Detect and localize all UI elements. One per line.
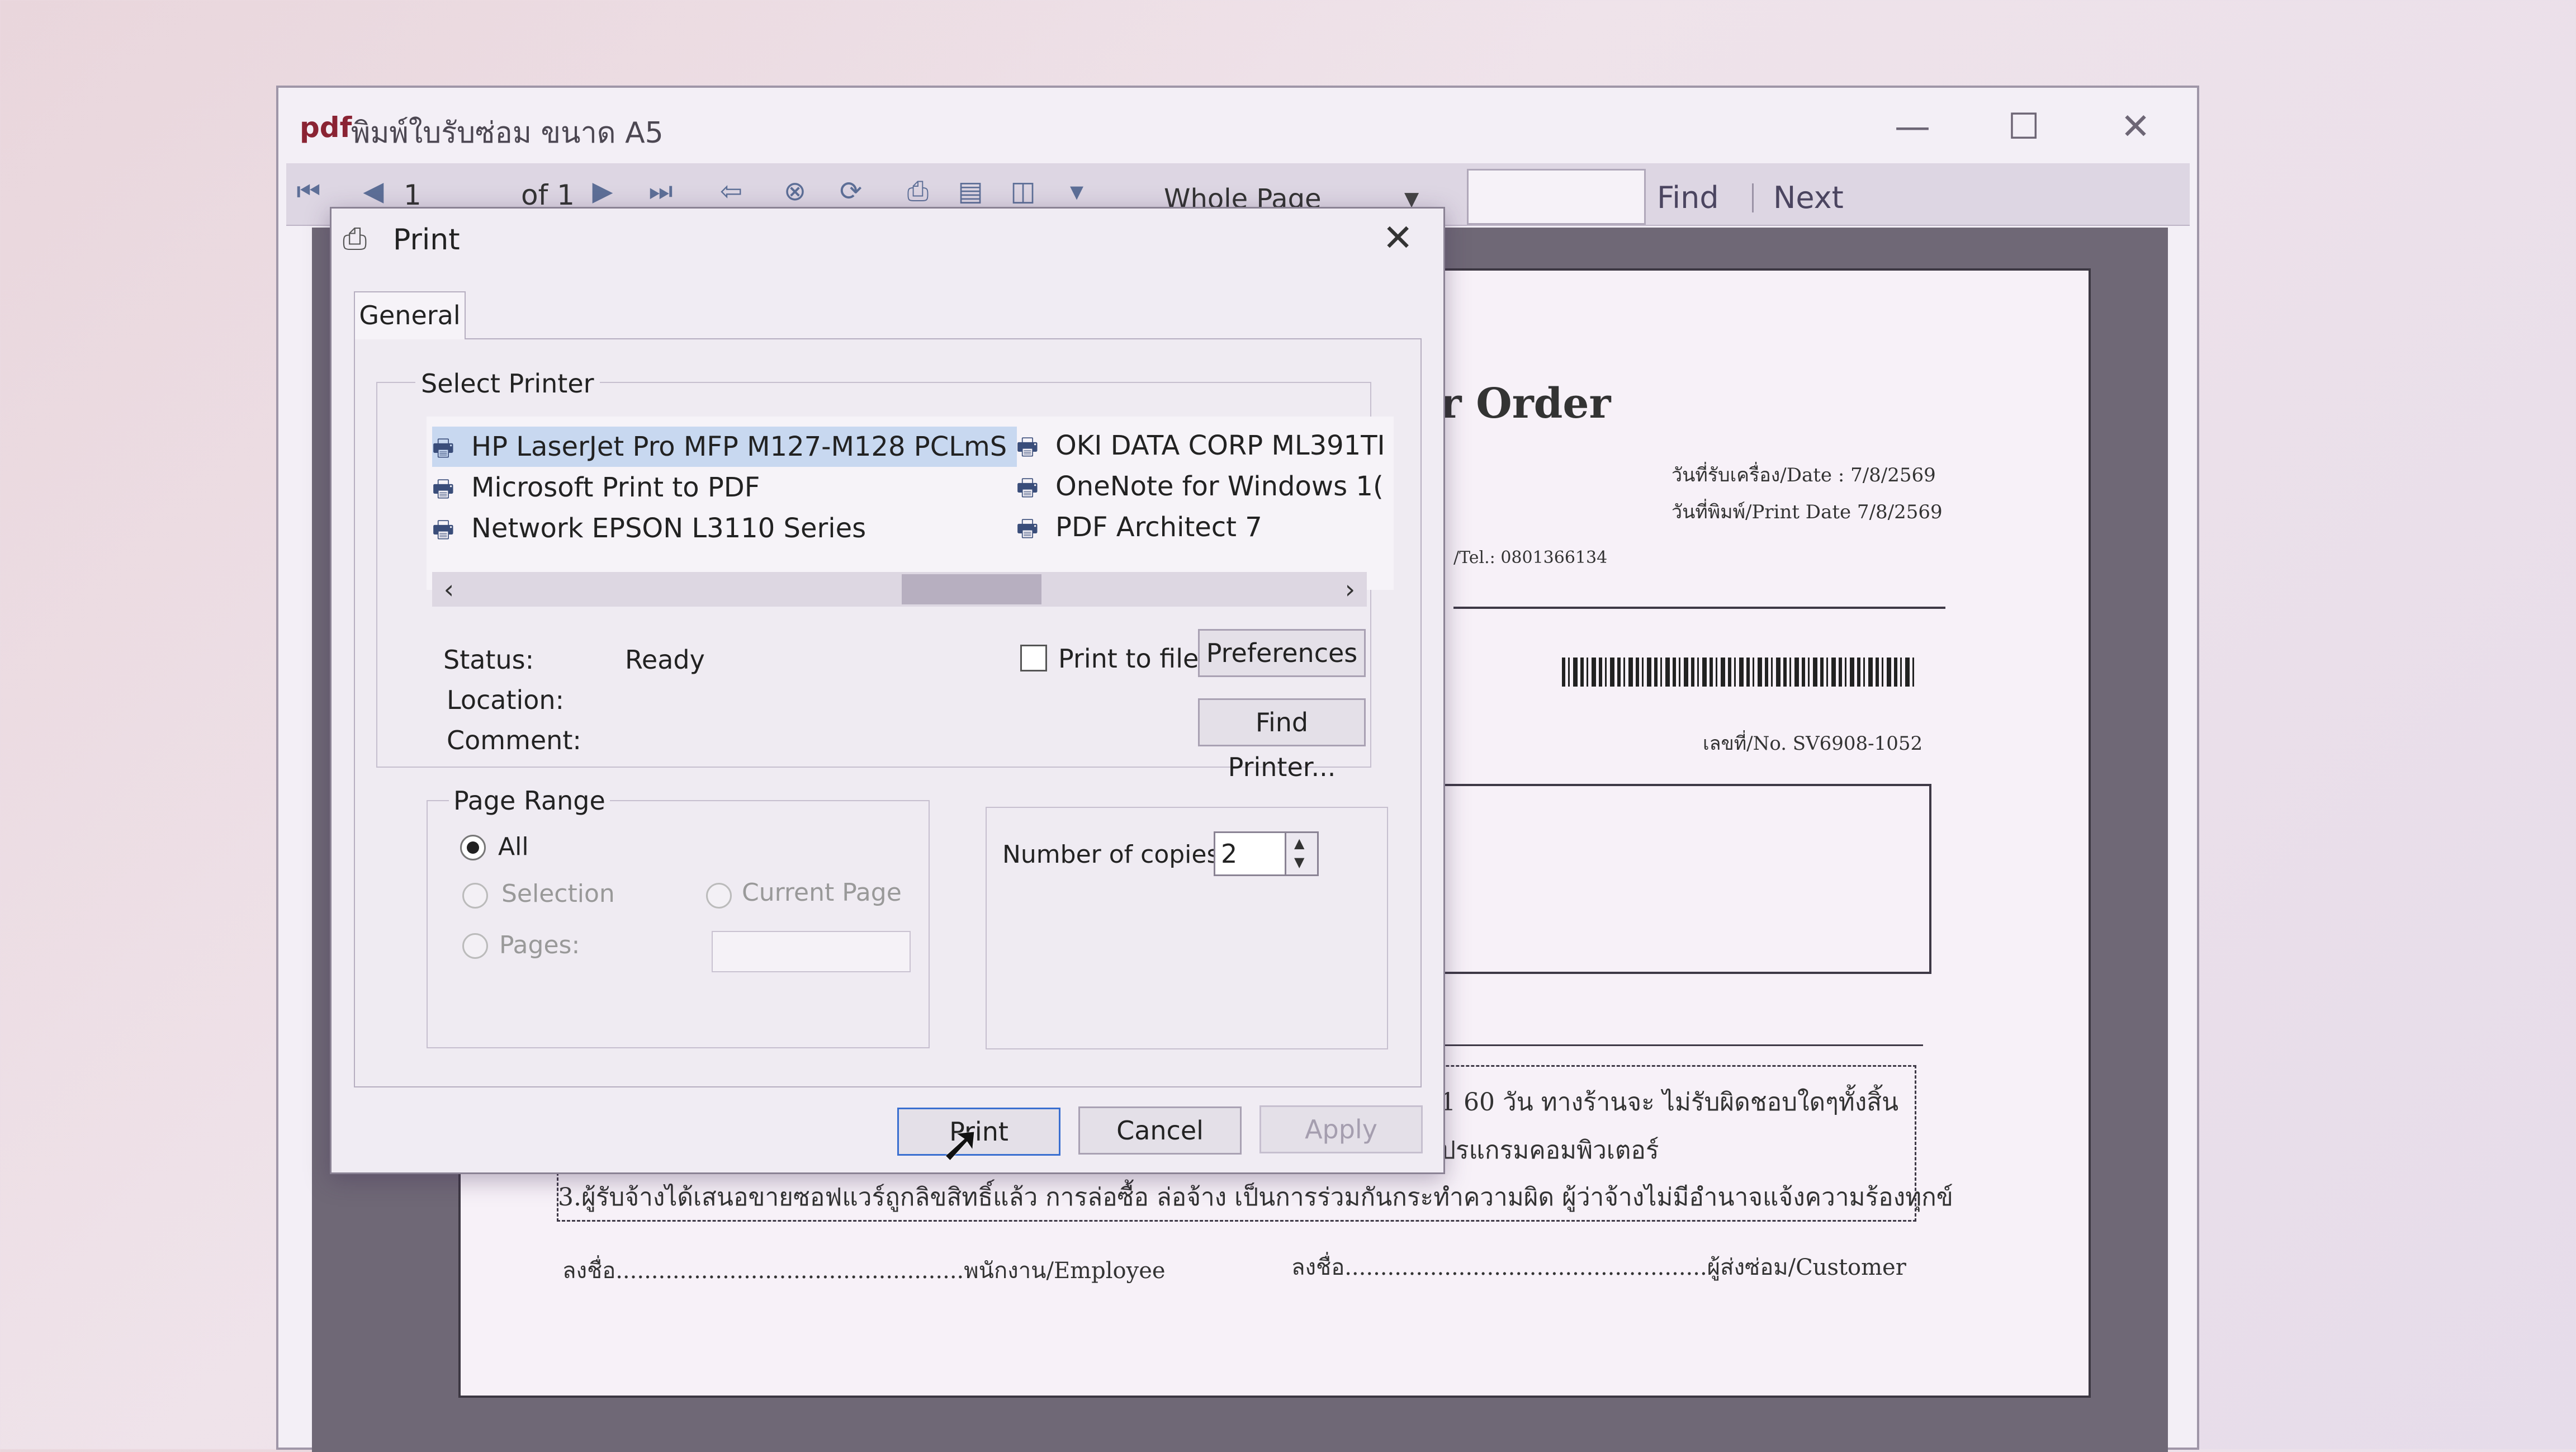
decrement-icon[interactable]: ▼ <box>1294 854 1304 870</box>
horizontal-scrollbar[interactable]: ‹ › <box>432 572 1367 607</box>
printer-icon: 🖶 <box>1016 433 1039 460</box>
next-page-icon[interactable]: ▶ <box>586 174 619 208</box>
date-received: วันที่รับเครื่อง/Date : 7/8/2569 <box>1671 464 1936 486</box>
printer-name: PDF Architect 7 <box>1055 512 1262 543</box>
range-pages-label[interactable]: Pages: <box>499 931 580 959</box>
find-printer-button[interactable]: Find Printer... <box>1198 698 1366 782</box>
printer-name: Microsoft Print to PDF <box>471 472 760 503</box>
printer-icon: 🖶 <box>1016 474 1039 501</box>
print-to-file-checkbox[interactable] <box>1020 645 1047 671</box>
range-pages-radio[interactable] <box>462 933 488 959</box>
pages-input[interactable] <box>712 931 911 972</box>
dialog-title: Print <box>393 223 460 257</box>
printer-name: Network EPSON L3110 Series <box>471 513 866 544</box>
comment-label: Comment: <box>447 725 581 755</box>
divider <box>1453 607 1945 609</box>
close-window-button[interactable]: ✕ <box>2108 102 2163 152</box>
page-setup-icon[interactable]: ◫ <box>1006 174 1040 208</box>
details-box <box>1437 784 1931 974</box>
printer-icon: 🖶 <box>432 515 454 543</box>
export-save-icon[interactable]: ▾ <box>1060 174 1093 208</box>
range-selection-radio[interactable] <box>462 883 488 909</box>
printer-item[interactable]: 🖶 OKI DATA CORP ML391TI <box>1016 425 1385 466</box>
terms-line-3: 3.ผู้รับจ้างได้เสนอขายซอฟแวร์ถูกลิขสิทธิ… <box>558 1183 1953 1212</box>
window-title: พิมพ์ใบรับซ่อม ขนาด A5 <box>351 116 664 150</box>
select-printer-label: Select Printer <box>415 368 600 399</box>
title-bar: pdf พิมพ์ใบรับซ่อม ขนาด A5 — ☐ ✕ <box>278 88 2197 163</box>
range-selection-label[interactable]: Selection <box>501 879 615 908</box>
printer-icon: 🖶 <box>1016 514 1039 542</box>
first-page-icon[interactable]: ⏮ <box>292 174 325 208</box>
stop-icon[interactable]: ⊗ <box>778 174 812 208</box>
increment-icon[interactable]: ▲ <box>1294 835 1304 851</box>
chevron-right-icon[interactable]: › <box>1333 572 1367 607</box>
printer-item[interactable]: 🖶 OneNote for Windows 1( <box>1016 466 1384 507</box>
apply-button[interactable]: Apply <box>1259 1105 1423 1153</box>
find-next-button[interactable]: Next <box>1773 180 1844 215</box>
printer-name: OKI DATA CORP ML391TI <box>1055 430 1385 461</box>
maximize-button[interactable]: ☐ <box>1996 102 2052 152</box>
printer-item[interactable]: 🖶 HP LaserJet Pro MFP M127-M128 PCLmS <box>432 427 1017 467</box>
terms-line-1: 1 60 วัน ทางร้านจะ ไม่รับผิดชอบใดๆทั้งสิ… <box>1440 1088 1899 1117</box>
range-current-page-radio[interactable] <box>706 883 732 909</box>
minimize-button[interactable]: — <box>1884 102 1940 152</box>
printer-item[interactable]: 🖶 Microsoft Print to PDF <box>432 467 760 508</box>
printer-item[interactable]: 🖶 Network EPSON L3110 Series <box>432 508 866 548</box>
printer-icon: ⎙ <box>343 221 367 256</box>
scrollbar-thumb[interactable] <box>902 574 1041 604</box>
printer-item[interactable]: 🖶 PDF Architect 7 <box>1016 507 1262 547</box>
copies-input[interactable]: 2 <box>1214 831 1286 876</box>
last-page-icon[interactable]: ⏭ <box>644 174 678 208</box>
preferences-button[interactable]: Preferences <box>1198 629 1366 677</box>
print-dialog: ⎙ Print ✕ General Select Printer 🖶 HP Las… <box>330 207 1445 1174</box>
print-layout-icon[interactable]: ▤ <box>954 174 987 208</box>
print-icon[interactable]: ⎙ <box>901 174 935 208</box>
range-all-label[interactable]: All <box>498 833 529 861</box>
toolbar-divider <box>1752 183 1754 212</box>
customer-signature-line: ลงชื่อ..................................… <box>1291 1255 1906 1280</box>
cancel-button[interactable]: Cancel <box>1078 1106 1242 1155</box>
print-to-file-label[interactable]: Print to file <box>1058 644 1199 674</box>
previous-page-icon[interactable]: ◀ <box>357 174 390 208</box>
printer-name: HP LaserJet Pro MFP M127-M128 PCLmS <box>471 431 1007 462</box>
back-icon[interactable]: ⇦ <box>714 174 748 208</box>
document-number: เลขที่/No. SV6908-1052 <box>1703 732 1923 755</box>
terms-line-2: ปรแกรมคอมพิวเตอร์ <box>1440 1136 1659 1165</box>
printer-name: OneNote for Windows 1( <box>1055 471 1384 502</box>
default-printer-icon: 🖶 <box>432 434 454 461</box>
find-button[interactable]: Find <box>1657 180 1719 215</box>
range-all-radio[interactable] <box>460 835 486 860</box>
divider <box>1437 1044 1923 1046</box>
telephone: /Tel.: 0801366134 <box>1453 548 1608 567</box>
employee-signature-line: ลงชื่อ..................................… <box>562 1258 1166 1284</box>
page-range-label: Page Range <box>449 786 610 816</box>
print-date: วันที่พิมพ์/Print Date 7/8/2569 <box>1671 501 1943 523</box>
copies-stepper[interactable]: ▲ ▼ <box>1286 831 1319 876</box>
range-current-page-label[interactable]: Current Page <box>742 878 902 907</box>
tab-general[interactable]: General <box>354 291 466 339</box>
status-label: Status: <box>443 645 534 675</box>
location-label: Location: <box>447 685 565 715</box>
chevron-left-icon[interactable]: ‹ <box>432 572 466 607</box>
pdf-app-icon: pdf <box>300 111 352 144</box>
find-text-input[interactable] <box>1467 169 1646 225</box>
close-dialog-button[interactable]: ✕ <box>1382 216 1413 259</box>
copies-label: Number of copies: <box>1002 840 1228 869</box>
printer-icon: 🖶 <box>432 475 454 502</box>
status-value: Ready <box>625 645 705 675</box>
barcode <box>1562 658 1914 687</box>
refresh-icon[interactable]: ⟳ <box>834 174 868 208</box>
mouse-cursor-icon: ➚ <box>940 1114 982 1173</box>
